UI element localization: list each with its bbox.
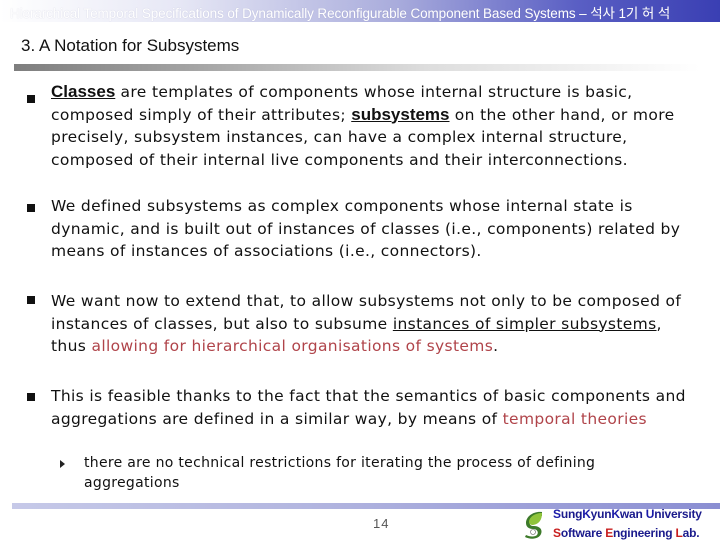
bullet-icon [27, 204, 35, 212]
bullet-icon [27, 393, 35, 401]
bullet-2: We defined subsystems as complex compone… [51, 195, 701, 263]
bullet-4: This is feasible thanks to the fact that… [51, 385, 701, 430]
text-run: We defined subsystems as complex compone… [51, 197, 681, 260]
emphasized-term: Classes [51, 82, 116, 101]
sub-bullet-arrow-icon [60, 460, 65, 468]
highlighted-text: allowing for hierarchical organisations … [91, 337, 494, 355]
logo-text-run: K [611, 507, 620, 521]
highlighted-text: temporal theories [502, 409, 647, 428]
logo-text-run: K [582, 507, 591, 521]
logo-text-run: S [553, 526, 561, 540]
title-divider [14, 64, 700, 71]
presentation-title: Hierarchical Temporal Specifications of … [10, 6, 671, 21]
logo-text-run: ngineering [613, 526, 676, 540]
logo-text-run: wan [619, 507, 646, 521]
slide-title: 3. A Notation for Subsystems [21, 36, 240, 55]
logo-text-run: niversity [654, 507, 702, 521]
skku-logo-icon [525, 511, 542, 539]
logo-text-run: S [553, 507, 561, 521]
lab-name: Software Engineering Lab. [553, 526, 700, 540]
bullet-3: We want now to extend that, to allow sub… [51, 290, 701, 358]
text-run: . [493, 337, 499, 355]
logo-text-run: yun [590, 507, 612, 521]
bullet-1: Classes are templates of components whos… [51, 81, 701, 171]
logo-text-run: ung [560, 507, 583, 521]
university-name: SungKyunKwan University [553, 507, 702, 521]
emphasized-term: instances of simpler subsystems [392, 314, 657, 333]
logo-text-run: L [675, 526, 683, 540]
logo-text-run: E [605, 526, 614, 540]
logo-text-run: U [645, 507, 655, 521]
bullet-icon [27, 296, 35, 304]
logo-text-run: oftware [560, 526, 606, 540]
bullet-icon [27, 95, 35, 103]
emphasized-term: subsystems [351, 104, 450, 124]
sub-bullet-1: there are no technical restrictions for … [84, 455, 596, 491]
page-number: 14 [373, 516, 390, 531]
logo-text-run: ab. [682, 526, 700, 540]
header-bar: Hierarchical Temporal Specifications of … [0, 0, 720, 22]
